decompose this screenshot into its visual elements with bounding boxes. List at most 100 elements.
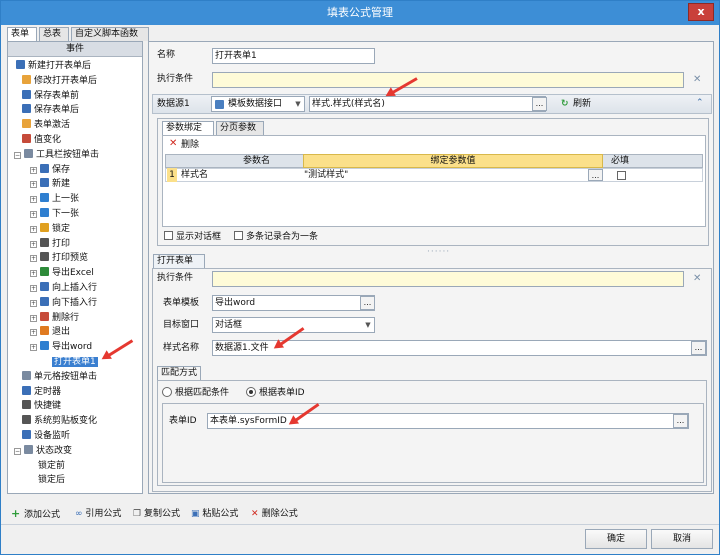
close-button[interactable]: x: [688, 3, 714, 21]
expand-toggle-icon[interactable]: +: [30, 196, 37, 204]
tree-item[interactable]: + 导出word: [30, 340, 92, 354]
expand-toggle-icon[interactable]: +: [30, 225, 37, 233]
template-input[interactable]: 导出word: [212, 295, 375, 311]
template-browse-button[interactable]: ...: [360, 296, 375, 310]
tree-item[interactable]: 保存表单前: [22, 89, 79, 103]
tree-item[interactable]: + 新建: [30, 177, 70, 191]
tree-item[interactable]: 修改打开表单后: [22, 74, 97, 88]
expand-toggle-icon[interactable]: +: [30, 344, 37, 352]
tree-item-label: 状态改变: [36, 445, 73, 456]
tree-item[interactable]: + 导出Excel: [30, 266, 94, 280]
tree-item[interactable]: − 状态改变: [14, 444, 72, 458]
tree-item[interactable]: 定时器: [22, 385, 61, 399]
condition-input[interactable]: [212, 72, 684, 88]
match-condition-radio[interactable]: [162, 387, 172, 397]
expand-toggle-icon[interactable]: +: [30, 166, 37, 174]
ok-button[interactable]: 确定: [585, 529, 647, 549]
paste-formula-button[interactable]: ▣ 粘贴公式: [191, 507, 238, 521]
tree-item-label: 保存表单前: [34, 90, 80, 101]
expand-toggle-icon[interactable]: +: [30, 285, 37, 292]
tree-item[interactable]: 设备监听: [22, 429, 70, 443]
tab-open-form[interactable]: 打开表单: [153, 254, 205, 269]
tab-match-mode[interactable]: 匹配方式: [157, 366, 201, 381]
expand-toggle-icon[interactable]: +: [30, 329, 37, 337]
tab-param-binding[interactable]: 参数绑定: [162, 121, 214, 136]
tree-item[interactable]: + 退出: [30, 325, 70, 339]
required-checkbox[interactable]: [617, 171, 626, 180]
merge-records-checkbox[interactable]: [234, 231, 243, 240]
tree-item-label: 打印预览: [52, 253, 89, 264]
tab-form[interactable]: 表单: [7, 27, 37, 42]
tree-item[interactable]: 表单激活: [22, 118, 70, 132]
grid-cell-browse-button[interactable]: ...: [588, 169, 603, 181]
tab-summary[interactable]: 总表: [39, 27, 69, 41]
expand-toggle-icon[interactable]: −: [14, 447, 21, 455]
tree-item-label: 保存表单后: [34, 105, 80, 116]
tree-item[interactable]: + 删除行: [30, 311, 79, 325]
tree-item[interactable]: + 向上插入行: [30, 281, 97, 295]
name-input[interactable]: 打开表单1: [212, 48, 375, 64]
collapse-icon[interactable]: ⌃: [696, 96, 704, 110]
tree-item[interactable]: + 保存: [30, 163, 70, 177]
style-input[interactable]: 数据源1.文件: [212, 340, 707, 356]
tree-item[interactable]: + 上一张: [30, 192, 79, 206]
datasource-value-input[interactable]: 样式.样式(样式名): [309, 96, 546, 112]
tree-item[interactable]: + 向下插入行: [30, 296, 97, 310]
tree-item-label: 导出Excel: [52, 268, 94, 279]
tree-item[interactable]: + 打印预览: [30, 251, 88, 265]
datasource-type-select[interactable]: 模板数据接口: [211, 96, 305, 112]
tree-item[interactable]: 保存表单后: [22, 103, 79, 117]
grid-cell-name[interactable]: 样式名: [181, 168, 208, 182]
style-browse-button[interactable]: ...: [691, 341, 706, 355]
match-formid-option[interactable]: 根据表单ID: [246, 386, 305, 400]
delete-icon[interactable]: ✕: [169, 137, 177, 151]
tree-item[interactable]: + 下一张: [30, 207, 79, 221]
clear-icon[interactable]: ✕: [693, 73, 701, 87]
formid-browse-button[interactable]: ...: [673, 414, 688, 428]
tree-item-label: 定时器: [34, 386, 62, 397]
match-formid-radio[interactable]: [246, 387, 256, 397]
tree-item[interactable]: 锁定后: [38, 473, 65, 487]
tree-item[interactable]: 单元格按钮单击: [22, 370, 97, 384]
show-dialog-checkbox[interactable]: [164, 231, 173, 240]
cancel-button[interactable]: 取消: [651, 529, 713, 549]
copy-formula-button[interactable]: ❐ 复制公式: [133, 507, 180, 521]
expand-toggle-icon[interactable]: +: [30, 211, 37, 218]
expand-toggle-icon[interactable]: +: [30, 299, 37, 307]
tree-item[interactable]: + 锁定: [30, 222, 70, 236]
chevron-down-icon[interactable]: ▼: [292, 97, 304, 111]
delete-param-button[interactable]: 删除: [181, 138, 199, 152]
tree-item[interactable]: 快捷键: [22, 399, 61, 413]
tree-item[interactable]: 锁定前: [38, 459, 65, 473]
add-formula-button[interactable]: + 添加公式: [11, 507, 60, 522]
target-select[interactable]: 对话框: [212, 317, 375, 333]
clear2-icon[interactable]: ✕: [693, 272, 701, 286]
tab-custom-script[interactable]: 自定义脚本函数: [71, 27, 149, 41]
delete-formula-button[interactable]: ✕ 删除公式: [251, 507, 298, 521]
datasource-browse-button[interactable]: ...: [532, 97, 547, 111]
refresh-button[interactable]: 刷新: [573, 97, 591, 111]
tree-item[interactable]: 系统剪贴板变化: [22, 414, 97, 428]
match-condition-option[interactable]: 根据匹配条件: [162, 386, 229, 400]
refresh-icon[interactable]: ↻: [561, 97, 569, 111]
condition2-input[interactable]: [212, 271, 684, 287]
grid-cell-value[interactable]: "测试样式": [304, 168, 348, 182]
expand-toggle-icon[interactable]: +: [30, 181, 37, 189]
show-dialog-option[interactable]: 显示对话框: [164, 230, 221, 244]
expand-toggle-icon[interactable]: −: [14, 151, 21, 159]
expand-toggle-icon[interactable]: +: [30, 270, 37, 278]
ref-formula-button[interactable]: ∞ 引用公式: [75, 507, 121, 521]
expand-toggle-icon[interactable]: +: [30, 240, 37, 248]
splitter-handle[interactable]: ······: [427, 245, 450, 259]
tree-item[interactable]: + 打印: [30, 237, 70, 251]
tab-page-params[interactable]: 分页参数: [216, 121, 264, 135]
target-chevron-icon[interactable]: ▼: [362, 318, 374, 332]
tree-item[interactable]: 新建打开表单后: [16, 59, 91, 73]
formid-input[interactable]: 本表单.sysFormID: [207, 413, 689, 429]
expand-toggle-icon[interactable]: +: [30, 314, 37, 322]
merge-records-option[interactable]: 多条记录合为一条: [234, 230, 318, 244]
expand-toggle-icon[interactable]: +: [30, 255, 37, 263]
tree-item[interactable]: 打开表单1: [52, 355, 98, 369]
tree-item[interactable]: − 工具栏按钮单击: [14, 148, 99, 162]
tree-item[interactable]: 值变化: [22, 133, 61, 147]
